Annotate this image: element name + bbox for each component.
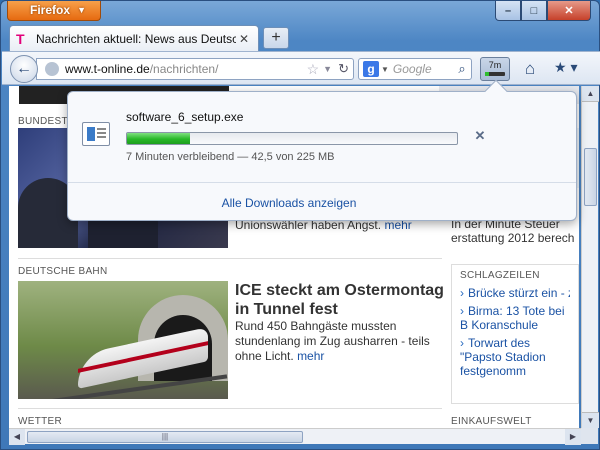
- engine-dropdown-icon[interactable]: ▼: [381, 65, 389, 74]
- tab-title: Nachrichten aktuell: News aus Deutschla: [36, 31, 236, 46]
- search-bar[interactable]: g ▼ Google ⌕: [358, 58, 472, 80]
- horizontal-scrollbar[interactable]: ◀ ||| ▶: [9, 428, 581, 445]
- t-online-favicon-icon: T: [16, 30, 25, 47]
- download-progress-fill: [127, 133, 190, 144]
- new-tab-button[interactable]: +: [263, 27, 289, 49]
- back-button[interactable]: ←: [10, 55, 38, 83]
- scroll-down-icon[interactable]: ▼: [582, 412, 599, 428]
- firefox-menu-label: Firefox: [30, 3, 71, 17]
- maximize-icon[interactable]: □: [521, 1, 547, 21]
- download-mini-progress-fill: [485, 72, 489, 76]
- headline-item-text: Torwart des "Papsto Stadion festgenomm: [460, 336, 546, 378]
- headline-item-text: Birma: 13 Tote bei B Koranschule: [460, 304, 565, 332]
- google-engine-icon[interactable]: g: [363, 61, 379, 77]
- headline-item[interactable]: › Birma: 13 Tote bei B Koranschule: [460, 304, 570, 332]
- navigation-toolbar: www.t-online.de/nachrichten/ ☆ ▼ ↻ ← g ▼…: [2, 51, 600, 85]
- url-bar[interactable]: www.t-online.de/nachrichten/ ☆ ▼ ↻: [36, 58, 354, 80]
- url-path: /nachrichten/: [149, 62, 219, 76]
- headlines-label: SCHLAGZEILEN: [460, 270, 540, 281]
- reload-icon[interactable]: ↻: [338, 61, 349, 77]
- scroll-left-icon[interactable]: ◀: [9, 429, 25, 445]
- download-mini-progress: [485, 72, 505, 76]
- firefox-menu-button[interactable]: Firefox ▼: [7, 1, 101, 21]
- right-text: In der Minute Steuer erstattung 2012 ber…: [451, 217, 575, 245]
- bookmark-star-icon[interactable]: ☆: [307, 61, 320, 78]
- section-label-einkaufswelt: EINKAUFSWELT: [451, 416, 532, 427]
- headlines-box: SCHLAGZEILEN ›Brücke stürzt ein - zw ›Bi…: [451, 264, 579, 404]
- vertical-scrollbar[interactable]: ▲ ▼: [581, 86, 599, 428]
- teaser2-more-link[interactable]: mehr: [297, 349, 324, 363]
- scroll-up-icon[interactable]: ▲: [582, 86, 599, 102]
- close-window-icon[interactable]: ✕: [547, 1, 591, 21]
- divider: [18, 258, 442, 259]
- teaser2-body: Rund 450 Bahngäste mussten stundenlang i…: [235, 319, 430, 363]
- scroll-right-icon[interactable]: ▶: [565, 429, 581, 445]
- tab-active[interactable]: T Nachrichten aktuell: News aus Deutschl…: [9, 25, 259, 51]
- headline-ice[interactable]: ICE steckt am Ostermontag in Tunnel fest: [235, 281, 445, 319]
- download-time-badge: 7m: [488, 60, 502, 70]
- horizontal-scroll-thumb[interactable]: |||: [27, 431, 303, 443]
- url-domain: www.t-online.de: [65, 62, 150, 76]
- cancel-download-icon[interactable]: ✕: [472, 128, 488, 144]
- globe-icon: [45, 62, 59, 76]
- history-dropdown-icon[interactable]: ▼: [323, 64, 332, 74]
- download-progress-bar: [126, 132, 458, 145]
- section-label-wetter: WETTER: [18, 416, 63, 427]
- tab-close-icon[interactable]: ✕: [236, 32, 252, 46]
- headline-item[interactable]: ›Brücke stürzt ein - zw: [460, 286, 570, 300]
- ice-train-photo[interactable]: [18, 281, 228, 399]
- headline-item-text: Brücke stürzt ein - zw: [468, 286, 570, 300]
- search-placeholder[interactable]: Google: [393, 62, 453, 76]
- headline-item[interactable]: › Torwart des "Papsto Stadion festgenomm: [460, 336, 570, 378]
- show-all-downloads-link[interactable]: Alle Downloads anzeigen: [68, 196, 510, 210]
- divider: [18, 408, 442, 409]
- section-label-bundestag: BUNDEST: [18, 116, 68, 127]
- minimize-icon[interactable]: –: [495, 1, 521, 21]
- home-icon[interactable]: ⌂: [520, 59, 540, 79]
- search-icon[interactable]: ⌕: [453, 61, 471, 77]
- download-filename[interactable]: software_6_setup.exe: [126, 110, 243, 124]
- downloads-button[interactable]: 7m: [480, 57, 510, 81]
- download-status: 7 Minuten verbleibend — 42,5 von 225 MB: [126, 151, 335, 163]
- url-text[interactable]: www.t-online.de/nachrichten/: [65, 62, 307, 76]
- vertical-scroll-thumb[interactable]: [584, 148, 597, 206]
- chevron-down-icon: ▼: [77, 5, 86, 15]
- divider: [68, 182, 576, 183]
- teaser2-text: Rund 450 Bahngäste mussten stundenlang i…: [235, 319, 435, 364]
- downloads-panel: software_6_setup.exe 7 Minuten verbleibe…: [67, 79, 577, 221]
- bookmarks-menu-icon[interactable]: ★ ▾: [554, 59, 588, 79]
- scrollbar-corner: [581, 428, 598, 444]
- section-label-bahn: DEUTSCHE BAHN: [18, 266, 108, 277]
- window-controls: – □ ✕: [495, 1, 591, 21]
- browser-window: Firefox ▼ – □ ✕ T Nachrichten aktuell: N…: [0, 0, 600, 450]
- exe-file-icon: [82, 122, 110, 146]
